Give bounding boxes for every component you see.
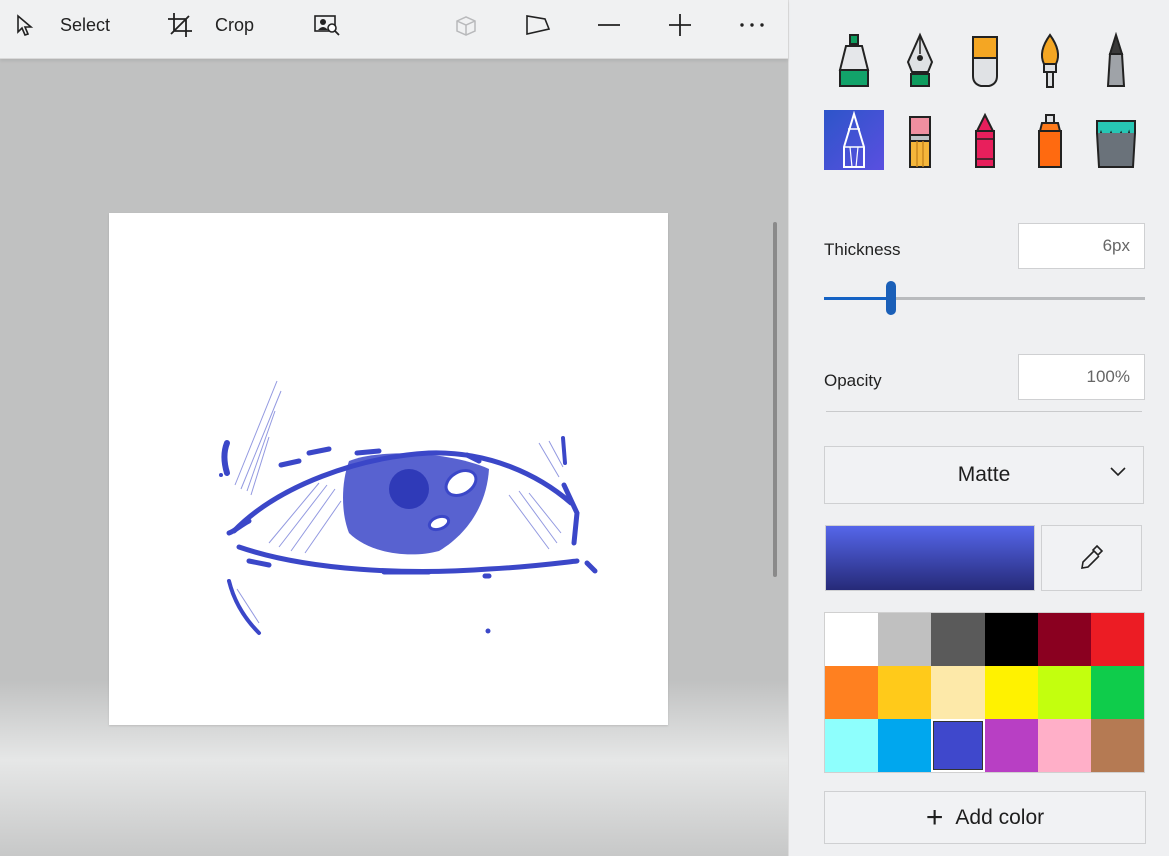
- magic-select-button[interactable]: [313, 0, 341, 50]
- brush-eraser[interactable]: [890, 110, 950, 170]
- flip-icon: [526, 15, 551, 36]
- palette-swatch[interactable]: [878, 666, 932, 719]
- select-tool-button[interactable]: Select: [14, 0, 110, 50]
- finish-selected: Matte: [957, 463, 1011, 486]
- eyedropper-icon: [1080, 544, 1103, 569]
- plus-icon: +: [925, 800, 944, 834]
- zoom-in-icon: [669, 14, 691, 36]
- palette-swatch[interactable]: [1090, 613, 1144, 666]
- brush-spray-can[interactable]: [1020, 110, 1080, 170]
- palette-swatch[interactable]: [984, 666, 1038, 719]
- brush-calligraphy-pen[interactable]: [890, 31, 950, 91]
- toolbar: Select Crop: [0, 0, 788, 59]
- eyedropper-button[interactable]: [1041, 525, 1142, 591]
- workspace: [0, 59, 788, 856]
- palette-swatch[interactable]: [1037, 719, 1091, 772]
- marker-icon: [838, 34, 870, 87]
- palette-swatch[interactable]: [984, 719, 1038, 772]
- thickness-slider[interactable]: [824, 281, 1145, 315]
- more-options-icon: [740, 23, 764, 27]
- calligraphy-pen-icon: [906, 32, 934, 87]
- view-3d-button[interactable]: [454, 0, 480, 50]
- eraser-icon: [909, 116, 931, 168]
- color-palette: [824, 612, 1145, 773]
- view-3d-icon: [456, 16, 476, 36]
- select-label: Select: [60, 14, 111, 35]
- palette-swatch[interactable]: [931, 719, 985, 772]
- palette-swatch[interactable]: [1090, 666, 1144, 719]
- zoom-in-button[interactable]: [667, 0, 693, 50]
- palette-swatch[interactable]: [984, 613, 1038, 666]
- more-options-button[interactable]: [739, 0, 765, 50]
- palette-swatch[interactable]: [825, 613, 879, 666]
- eye-sketch: [219, 380, 598, 635]
- palette-swatch[interactable]: [931, 613, 985, 666]
- add-color-label: Add color: [955, 805, 1045, 829]
- palette-swatch[interactable]: [825, 666, 879, 719]
- zoom-out-button[interactable]: [596, 0, 622, 50]
- current-color-swatch[interactable]: [825, 525, 1035, 591]
- palette-swatch[interactable]: [931, 666, 985, 719]
- thickness-slider-fill: [824, 297, 892, 300]
- thickness-slider-thumb[interactable]: [886, 281, 897, 315]
- crop-tool-button[interactable]: Crop: [167, 0, 254, 50]
- thickness-input[interactable]: 6px: [1018, 223, 1145, 269]
- palette-swatch[interactable]: [1037, 613, 1091, 666]
- palette-swatch[interactable]: [878, 719, 932, 772]
- finish-dropdown[interactable]: Matte: [824, 446, 1144, 504]
- opacity-input[interactable]: 100%: [1018, 354, 1145, 400]
- crop-icon: [168, 13, 192, 37]
- thickness-label: Thickness: [824, 240, 901, 259]
- pixel-pen-icon: [1106, 32, 1126, 87]
- add-color-button[interactable]: + Add color: [824, 791, 1146, 844]
- brush-marker[interactable]: [824, 31, 884, 91]
- zoom-out-icon: [598, 24, 620, 26]
- brush-pixel-pen[interactable]: [1086, 31, 1146, 91]
- palette-swatch[interactable]: [1037, 666, 1091, 719]
- brush-pencil[interactable]: [824, 110, 884, 170]
- canvas-vertical-scrollbar[interactable]: [773, 222, 777, 577]
- crop-label: Crop: [215, 14, 255, 35]
- magic-select-icon: [314, 15, 340, 36]
- pencil-icon: [843, 111, 865, 168]
- opacity-label: Opacity: [824, 371, 882, 390]
- spray-can-icon: [1038, 114, 1062, 168]
- panel-divider: [826, 411, 1142, 412]
- brush-oil[interactable]: [955, 31, 1015, 91]
- palette-swatch[interactable]: [878, 613, 932, 666]
- select-cursor-icon: [17, 14, 34, 36]
- drawing-canvas[interactable]: [109, 213, 668, 725]
- brush-fill[interactable]: [1086, 110, 1146, 170]
- crayon-icon: [975, 112, 995, 168]
- chevron-down-icon: [1110, 467, 1126, 477]
- watercolor-brush-icon: [1041, 33, 1059, 88]
- palette-swatch[interactable]: [1090, 719, 1144, 772]
- brush-watercolor[interactable]: [1020, 31, 1080, 91]
- flip-button[interactable]: [525, 0, 551, 50]
- fill-bucket-icon: [1096, 120, 1136, 168]
- oil-brush-icon: [972, 36, 998, 87]
- palette-swatch[interactable]: [825, 719, 879, 772]
- brush-crayon[interactable]: [955, 110, 1015, 170]
